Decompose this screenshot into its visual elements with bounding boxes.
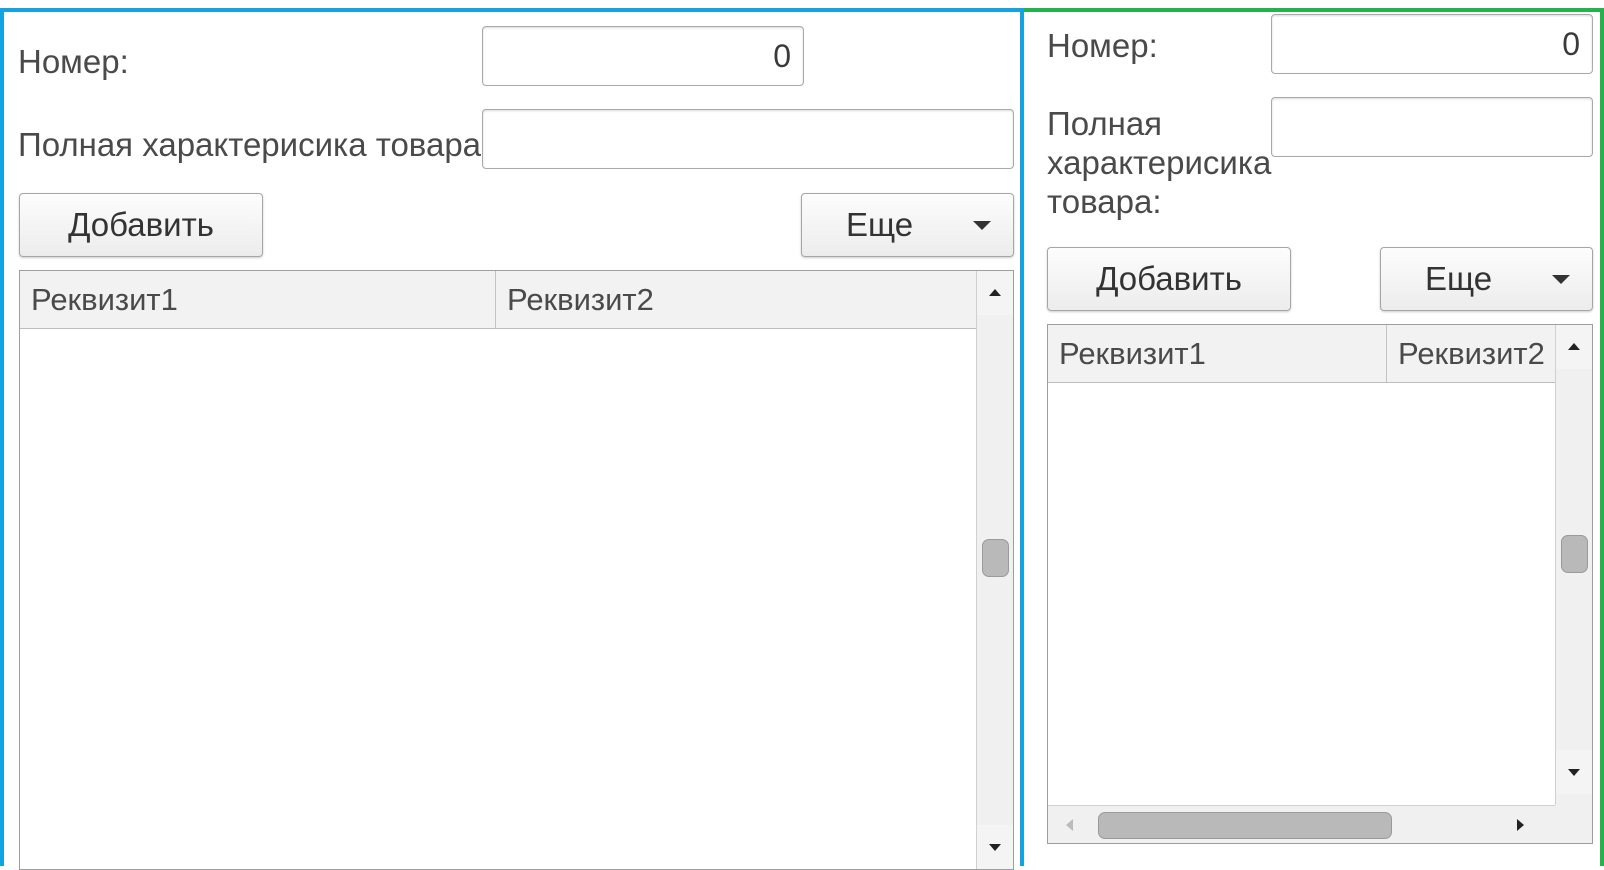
scroll-down-button[interactable]: [1556, 750, 1592, 794]
column-header-rekvizit2[interactable]: Реквизит2: [495, 271, 976, 328]
vertical-scrollbar[interactable]: [1555, 325, 1592, 805]
description-label: Полная характерисика товара:: [1047, 105, 1272, 220]
left-form-panel: Номер: 0 Полная характерисика товара: До…: [0, 8, 1024, 870]
number-label: Номер:: [1047, 27, 1158, 64]
scrollbar-corner: [1555, 805, 1592, 843]
number-value: 0: [773, 37, 791, 74]
scroll-up-button[interactable]: [1556, 325, 1592, 369]
chevron-down-icon: [1552, 275, 1570, 284]
description-field[interactable]: [482, 109, 1014, 169]
table-header: Реквизит1 Реквизит2: [20, 271, 976, 329]
description-field[interactable]: [1271, 97, 1593, 157]
chevron-down-icon: [973, 221, 991, 230]
more-button-label: Еще: [1425, 260, 1493, 297]
scroll-up-button[interactable]: [977, 271, 1013, 315]
more-dropdown-button[interactable]: Еще: [801, 193, 1014, 257]
scroll-thumb[interactable]: [982, 539, 1009, 577]
table-header: Реквизит1 Реквизит2: [1048, 325, 1555, 383]
right-form-panel: Номер: 0 Полная характерисика товара: До…: [1024, 8, 1604, 866]
add-button-label: Добавить: [68, 206, 214, 243]
arrow-down-icon: [1568, 769, 1580, 776]
arrow-right-icon: [1517, 818, 1524, 831]
number-label: Номер:: [18, 43, 129, 80]
horizontal-scroll-thumb[interactable]: [1098, 812, 1392, 839]
scroll-left-button[interactable]: [1048, 806, 1092, 843]
description-label: Полная характерисика товара:: [18, 126, 491, 163]
vertical-scrollbar[interactable]: [976, 271, 1013, 869]
more-button-label: Еще: [846, 206, 914, 243]
scroll-down-button[interactable]: [977, 825, 1013, 869]
scroll-thumb[interactable]: [1561, 535, 1588, 573]
scroll-right-button[interactable]: [1498, 806, 1542, 843]
column-header-rekvizit1[interactable]: Реквизит1: [1048, 325, 1386, 382]
column-header-rekvizit2[interactable]: Реквизит2: [1386, 325, 1555, 382]
number-field[interactable]: 0: [482, 26, 804, 86]
add-button[interactable]: Добавить: [1047, 247, 1291, 311]
arrow-down-icon: [989, 844, 1001, 851]
items-table[interactable]: Реквизит1 Реквизит2: [19, 270, 1014, 870]
number-field[interactable]: 0: [1271, 14, 1593, 74]
more-dropdown-button[interactable]: Еще: [1380, 247, 1593, 311]
arrow-up-icon: [1568, 343, 1580, 350]
horizontal-scrollbar[interactable]: [1048, 805, 1555, 843]
add-button-label: Добавить: [1096, 260, 1242, 297]
items-table[interactable]: Реквизит1 Реквизит2: [1047, 324, 1593, 844]
number-value: 0: [1562, 25, 1580, 62]
column-header-rekvizit1[interactable]: Реквизит1: [20, 271, 495, 328]
add-button[interactable]: Добавить: [19, 193, 263, 257]
arrow-left-icon: [1066, 818, 1073, 831]
arrow-up-icon: [989, 289, 1001, 296]
